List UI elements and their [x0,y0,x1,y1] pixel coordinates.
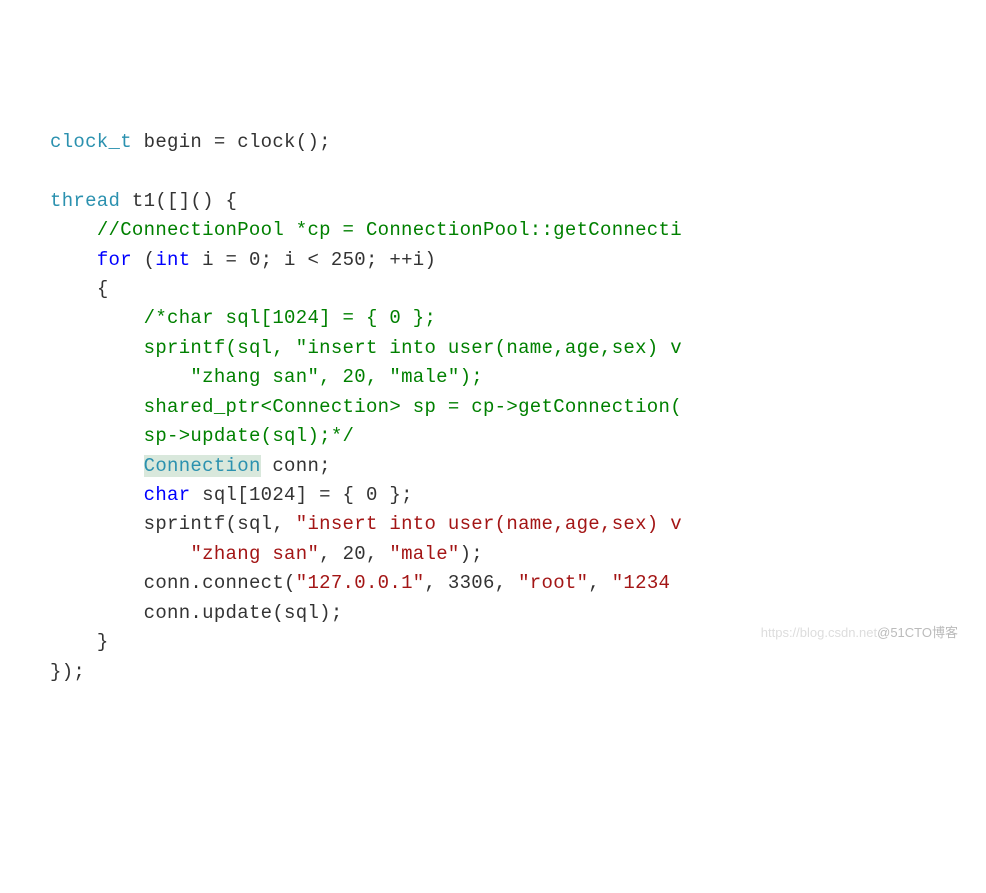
sprintf-call: sprintf(sql, [144,513,296,535]
char-keyword: char [144,484,191,506]
type-clock_t: clock_t [50,131,132,153]
str-insert: "insert into user(name,age,sex) v [296,513,682,535]
for-keyword: for [97,249,132,271]
conn-decl: conn; [261,455,331,477]
block-comment-2: sprintf(sql, "insert into user(name,age,… [144,337,682,359]
eq: = [214,131,226,153]
brace-open: { [97,278,109,300]
thread-lambda: t1([]() { [132,190,237,212]
comment-pool: //ConnectionPool *cp = ConnectionPool::g… [97,219,682,241]
brace-close-outer: }); [50,661,85,683]
brace-close-inner: } [97,631,109,653]
str-name: "zhang san" [190,543,319,565]
watermark: https://blog.csdn.net@51CTO博客 [761,623,958,643]
block-comment-3: "zhang san", 20, "male"); [144,366,483,388]
type-connection: Connection [144,455,261,477]
sprintf-indent [144,543,191,565]
paren-end-1: ); [460,543,483,565]
comma-2: , [588,572,611,594]
comma-age: , 20, [319,543,389,565]
call-clock: clock(); [237,131,331,153]
for-init: i = 0; i < 250; ++i) [202,249,436,271]
str-sex: "male" [389,543,459,565]
code-block: clock_t begin = clock(); thread t1([]() … [50,128,986,687]
var-begin: begin [144,131,203,153]
str-ip: "127.0.0.1" [296,572,425,594]
watermark-url: https://blog.csdn.net [761,625,877,640]
block-comment-1: /*char sql[1024] = { 0 }; [144,307,437,329]
str-root: "root" [518,572,588,594]
str-pwd: "1234 [612,572,671,594]
sql-decl: sql[1024] = { 0 }; [190,484,412,506]
for-paren: ( [144,249,156,271]
update-call: conn.update(sql); [144,602,343,624]
block-comment-4: shared_ptr<Connection> sp = cp->getConne… [144,396,682,418]
connect-call: conn.connect( [144,572,296,594]
int-keyword: int [155,249,190,271]
type-thread: thread [50,190,120,212]
block-comment-5: sp->update(sql);*/ [144,425,355,447]
watermark-tag: @51CTO博客 [877,625,958,640]
port-seg: , 3306, [424,572,518,594]
